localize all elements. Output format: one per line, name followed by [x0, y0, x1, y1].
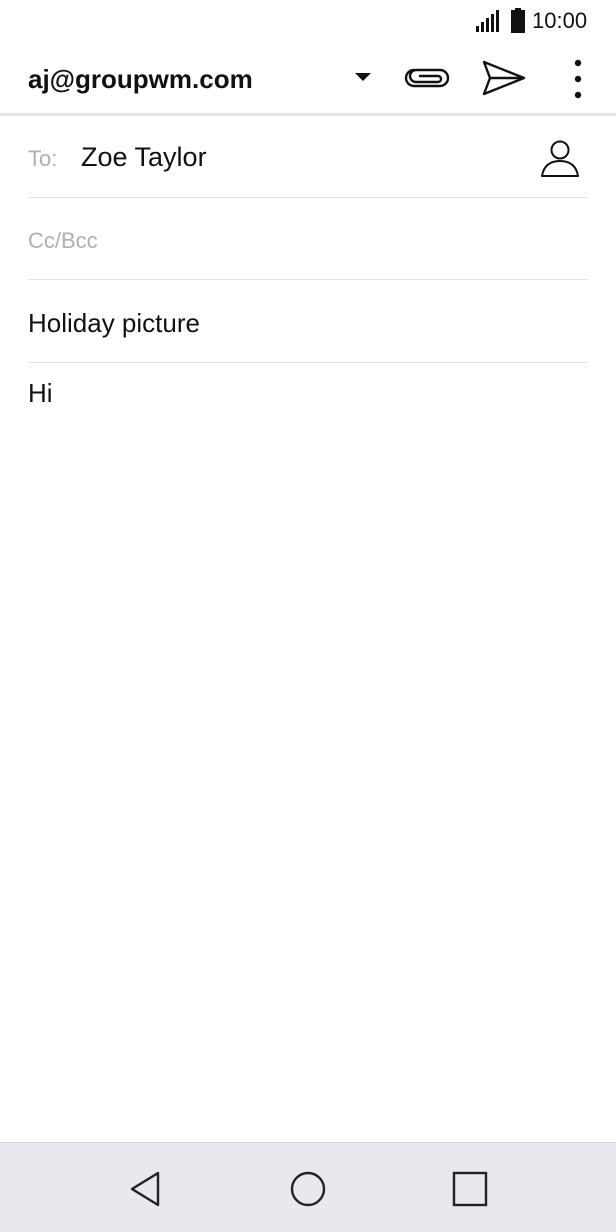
to-recipient[interactable]: Zoe Taylor — [81, 142, 207, 173]
cc-bcc-placeholder: Cc/Bcc — [28, 228, 98, 253]
subject-field[interactable]: Holiday picture — [28, 280, 588, 363]
battery-icon — [510, 8, 526, 33]
navigation-bar — [0, 1142, 616, 1232]
recents-icon[interactable] — [448, 1167, 492, 1211]
chevron-down-icon[interactable] — [346, 60, 380, 94]
signal-icon — [475, 9, 501, 33]
compose-email-screen: 10:00 aj@groupwm.com To: Zoe Taylor Cc/B… — [0, 0, 616, 1232]
send-icon[interactable] — [478, 56, 528, 100]
app-bar: aj@groupwm.com — [0, 44, 616, 116]
to-field[interactable]: To: Zoe Taylor — [28, 118, 588, 198]
home-icon[interactable] — [286, 1167, 330, 1211]
back-icon[interactable] — [124, 1167, 168, 1211]
message-body[interactable]: Hi — [28, 378, 588, 1118]
cc-bcc-field[interactable]: Cc/Bcc — [28, 198, 588, 280]
paperclip-icon[interactable] — [402, 58, 454, 98]
contact-picker-icon[interactable] — [538, 136, 582, 180]
status-time: 10:00 — [532, 8, 588, 33]
more-vert-icon[interactable] — [562, 56, 594, 102]
status-bar: 10:00 — [0, 0, 616, 44]
subject-text: Holiday picture — [28, 308, 200, 338]
account-selector[interactable]: aj@groupwm.com — [28, 64, 253, 95]
to-label: To: — [28, 146, 58, 171]
